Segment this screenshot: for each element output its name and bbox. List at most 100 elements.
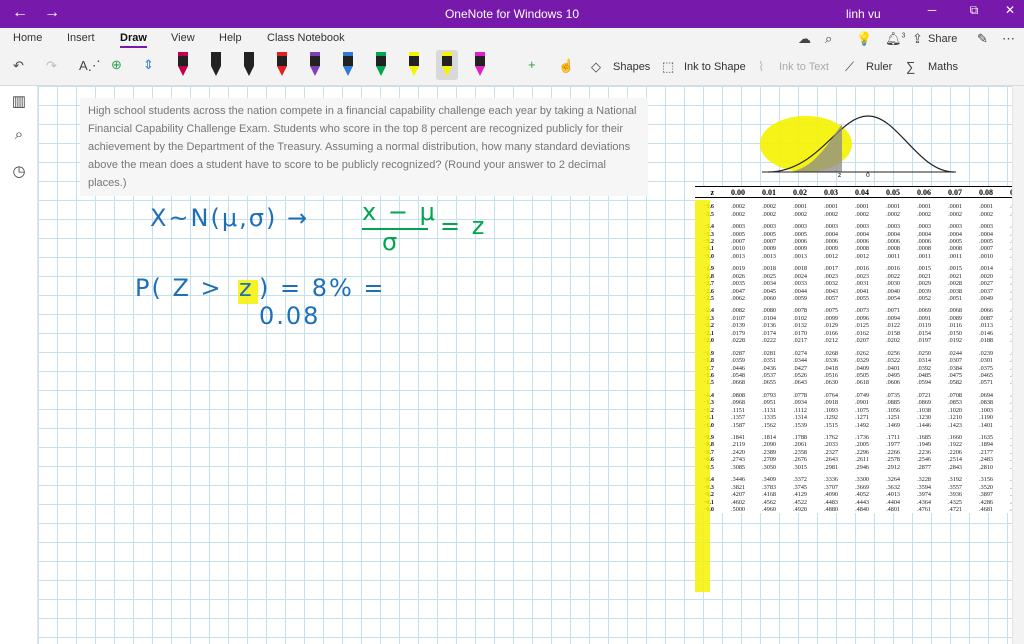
z-table-cell: .1038 xyxy=(917,406,931,414)
z-table-cell: .0244 xyxy=(948,349,962,357)
z-table-cell: .1292 xyxy=(824,414,838,422)
ink-to-text-button[interactable]: Ink to Text xyxy=(779,61,829,73)
insert-space-icon[interactable]: ⇕ xyxy=(143,57,154,73)
minimize-button[interactable]: ─ xyxy=(920,3,944,17)
shapes-button[interactable]: Shapes xyxy=(613,61,650,73)
z-table-cell: .0007 xyxy=(762,237,776,245)
z-table-cell: .0002 xyxy=(793,210,807,218)
z-table[interactable]: z 0.000.010.020.030.040.050.060.070.080.… xyxy=(695,186,1024,514)
pen-7[interactable] xyxy=(370,50,392,80)
vertical-scrollbar[interactable] xyxy=(1012,86,1024,644)
lightbulb-icon[interactable]: 💡 xyxy=(856,31,872,47)
z-table-cell: .5000 xyxy=(731,505,745,513)
z-table-row: −3.6.0002.0002.0001.0001.0001.0001.0001.… xyxy=(695,203,1024,210)
sync-icon[interactable]: ☁ xyxy=(798,31,811,47)
z-table-cell: .2483 xyxy=(979,456,993,464)
math-icon[interactable]: ∑ xyxy=(906,59,915,74)
ink-to-text-icon[interactable]: ⌇ xyxy=(758,59,764,75)
shapes-icon[interactable]: ◇ xyxy=(591,59,601,75)
z-table-row: −1.4.0808.0793.0778.0764.0749.0735.0721.… xyxy=(695,392,1024,399)
tab-view[interactable]: View xyxy=(171,32,195,44)
note-canvas[interactable]: High school students across the nation c… xyxy=(38,86,1024,644)
z-table-cell: .0582 xyxy=(948,379,962,387)
z-table-cell: .0020 xyxy=(979,272,993,280)
z-table-cell: .0022 xyxy=(886,272,900,280)
search-icon[interactable]: ⌕ xyxy=(9,126,29,146)
normal-curve-image[interactable]: z 0 xyxy=(758,114,958,178)
ruler-icon[interactable]: ⟋ xyxy=(845,59,854,75)
pen-edit-icon[interactable]: ✎ xyxy=(977,31,988,47)
z-table-cell: .0005 xyxy=(979,237,993,245)
z-table-cell: .1190 xyxy=(979,414,993,422)
question-text[interactable]: High school students across the nation c… xyxy=(80,98,648,196)
z-table-cell: .0011 xyxy=(886,252,900,260)
z-table-cell: .0006 xyxy=(824,237,838,245)
redo-icon[interactable]: ↷ xyxy=(46,58,57,74)
ink-probability[interactable]: P( Z > z ) = 8% = 0.08 xyxy=(135,274,455,330)
z-table-cell: .4801 xyxy=(886,505,900,513)
recent-notes-icon[interactable]: ◷ xyxy=(9,162,29,182)
tab-class-notebook[interactable]: Class Notebook xyxy=(267,32,345,44)
z-table-cell: .1446 xyxy=(917,421,931,429)
bell-icon[interactable]: 🔔︎3 xyxy=(885,31,905,47)
share-icon[interactable]: ⇪ xyxy=(912,31,923,47)
z-table-cell: .0017 xyxy=(824,265,838,273)
z-table-cell: .4602 xyxy=(731,498,745,506)
undo-icon[interactable]: ↶ xyxy=(13,58,24,74)
tab-home[interactable]: Home xyxy=(13,32,42,44)
z-table-cell: .0001 xyxy=(855,203,869,211)
ink-z-formula[interactable]: x − μ σ = z xyxy=(358,198,518,258)
share-button[interactable]: Share xyxy=(928,33,957,45)
pen-3[interactable] xyxy=(238,50,260,80)
ink-to-shape-icon[interactable]: ⬚ xyxy=(662,59,674,75)
restore-button[interactable]: ⧉ xyxy=(962,3,986,18)
z-table-cell: .2743 xyxy=(731,456,745,464)
z-table-cell: .0001 xyxy=(917,203,931,211)
z-table-cell: .0037 xyxy=(979,287,993,295)
pen-1[interactable] xyxy=(172,50,194,80)
pen-2[interactable] xyxy=(205,50,227,80)
more-options-icon[interactable]: ⋯ xyxy=(1002,31,1015,47)
z-table-cell: .0055 xyxy=(855,295,869,303)
ink-distribution[interactable]: X~N(μ,σ) → xyxy=(150,204,309,232)
z-table-cell: .3336 xyxy=(824,476,838,484)
add-pen-icon[interactable]: + xyxy=(528,57,536,72)
z-table-cell: .0301 xyxy=(979,357,993,365)
z-table-row: −0.7.2420.2389.2358.2327.2296.2266.2236.… xyxy=(695,449,1024,456)
z-table-cell: .0003 xyxy=(886,223,900,231)
z-table-cell: .0006 xyxy=(793,237,807,245)
pen-4[interactable] xyxy=(271,50,293,80)
ruler-button[interactable]: Ruler xyxy=(866,61,892,73)
add-space-icon[interactable]: ⊕ xyxy=(111,57,122,73)
z-table-cell: .1357 xyxy=(731,414,745,422)
z-table-cell: .2676 xyxy=(793,456,807,464)
z-table-row: −3.0.0013.0013.0013.0012.0012.0011.0011.… xyxy=(695,253,1024,260)
pen-color-band xyxy=(178,52,188,56)
user-name[interactable]: linh vu xyxy=(846,7,881,21)
z-table-col-header: 0.05 xyxy=(886,187,900,197)
pen-5[interactable] xyxy=(304,50,326,80)
tab-insert[interactable]: Insert xyxy=(67,32,95,44)
ink-to-shape-button[interactable]: Ink to Shape xyxy=(684,61,746,73)
pen-9[interactable] xyxy=(436,50,458,80)
tab-draw[interactable]: Draw xyxy=(120,32,147,48)
z-table-cell: .0618 xyxy=(855,379,869,387)
close-button[interactable]: ✕ xyxy=(998,3,1022,17)
notebooks-icon[interactable]: ▥ xyxy=(9,92,29,112)
z-table-cell: .1685 xyxy=(917,434,931,442)
z-table-cell: .3372 xyxy=(793,476,807,484)
z-table-cell: .0078 xyxy=(793,307,807,315)
z-table-cell: .0359 xyxy=(731,357,745,365)
pen-8[interactable] xyxy=(403,50,425,80)
math-button[interactable]: Maths xyxy=(928,61,958,73)
touch-draw-icon[interactable]: ☝ xyxy=(558,58,574,74)
lasso-select-icon[interactable]: A⋰ xyxy=(79,58,101,74)
pen-6[interactable] xyxy=(337,50,359,80)
tab-help[interactable]: Help xyxy=(219,32,242,44)
z-table-cell: .1894 xyxy=(979,441,993,449)
z-table-cell: .0197 xyxy=(917,337,931,345)
pen-10[interactable] xyxy=(469,50,491,80)
z-table-cell: .1003 xyxy=(979,406,993,414)
search-ribbon-icon[interactable]: ⌕ xyxy=(825,31,832,47)
ribbon: Home Insert Draw View Help Class Noteboo… xyxy=(0,28,1024,86)
